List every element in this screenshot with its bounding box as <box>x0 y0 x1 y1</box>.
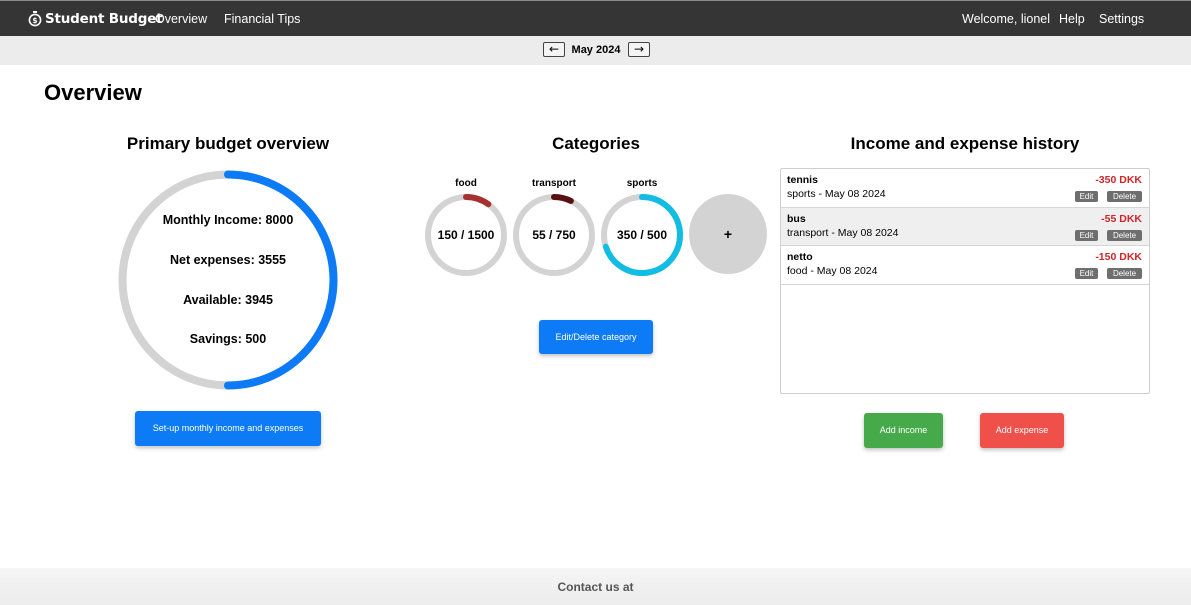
svg-text:$: $ <box>32 16 37 25</box>
contact-text: Contact us at <box>557 580 634 594</box>
navbar: $ Student Budget Overview Financial Tips… <box>0 0 1191 36</box>
stopwatch-icon: $ <box>28 11 42 27</box>
history-item-name: tennis <box>787 174 818 186</box>
history-item-amount: -350 DKK <box>1095 174 1142 186</box>
delete-button[interactable]: Delete <box>1107 268 1142 279</box>
category-label-transport: transport <box>532 178 576 189</box>
history-item-detail: transport - May 08 2024 <box>787 226 899 239</box>
category-progress-transport <box>551 194 574 204</box>
category-label-food: food <box>455 178 477 189</box>
category-progress-food <box>463 194 492 208</box>
add-category-button[interactable]: + <box>689 194 767 274</box>
next-month-button[interactable]: → <box>628 42 650 57</box>
add-income-button[interactable]: Add income <box>864 413 943 448</box>
category-value-sports: 350 / 500 <box>616 228 668 242</box>
delete-button[interactable]: Delete <box>1107 191 1142 202</box>
footer: Contact us at <box>0 568 1191 605</box>
current-month: May 2024 <box>571 44 621 56</box>
page-title: Overview <box>44 80 142 105</box>
savings: Savings: 500 <box>189 332 267 346</box>
history-row: bus transport - May 08 2024 -55 DKK Edit… <box>781 207 1149 246</box>
budget-ring-progress <box>224 170 338 390</box>
add-expense-button[interactable]: Add expense <box>980 413 1064 448</box>
brand[interactable]: $ Student Budget <box>28 9 163 29</box>
available: Available: 3945 <box>183 293 273 307</box>
budget-title: Primary budget overview <box>126 134 330 153</box>
welcome-user[interactable]: Welcome, lionel <box>962 12 1050 26</box>
nav-settings[interactable]: Settings <box>1099 12 1144 26</box>
category-value-food: 150 / 1500 <box>437 228 495 242</box>
edit-button[interactable]: Edit <box>1075 229 1098 241</box>
history-item-amount: -150 DKK <box>1095 251 1142 263</box>
history-row: tennis sports - May 08 2024 -350 DKK Edi… <box>781 169 1149 208</box>
history-item-name: bus <box>787 212 806 225</box>
edit-button[interactable]: Edit <box>1075 191 1098 202</box>
monthly-income: Monthly Income: 8000 <box>162 213 294 227</box>
delete-button[interactable]: Delete <box>1107 229 1142 241</box>
month-selector: ← May 2024 → <box>0 36 1191 65</box>
category-value-transport: 55 / 750 <box>532 228 576 242</box>
budget-ring <box>118 170 338 390</box>
history-item-amount: -55 DKK <box>1101 212 1142 225</box>
nav-financial-tips[interactable]: Financial Tips <box>224 12 300 26</box>
brand-name: Student Budget <box>45 11 163 27</box>
category-label-sports: sports <box>626 178 658 189</box>
history-item-name: netto <box>787 251 813 263</box>
nav-help[interactable]: Help <box>1059 12 1085 26</box>
nav-overview[interactable]: Overview <box>155 12 207 26</box>
history-row: netto food - May 08 2024 -150 DKK Edit D… <box>781 246 1149 285</box>
edit-delete-category-button[interactable]: Edit/Delete category <box>539 320 653 354</box>
setup-income-expenses-button[interactable]: Set-up monthly income and expenses <box>135 411 321 446</box>
edit-button[interactable]: Edit <box>1075 268 1098 279</box>
history-item-detail: food - May 08 2024 <box>787 265 878 277</box>
history-title: Income and expense history <box>850 134 1080 153</box>
net-expenses: Net expenses: 3555 <box>169 253 287 267</box>
history-list: tennis sports - May 08 2024 -350 DKK Edi… <box>780 168 1150 394</box>
history-item-detail: sports - May 08 2024 <box>787 188 886 200</box>
categories-title: Categories <box>552 134 640 153</box>
prev-month-button[interactable]: ← <box>543 42 565 57</box>
